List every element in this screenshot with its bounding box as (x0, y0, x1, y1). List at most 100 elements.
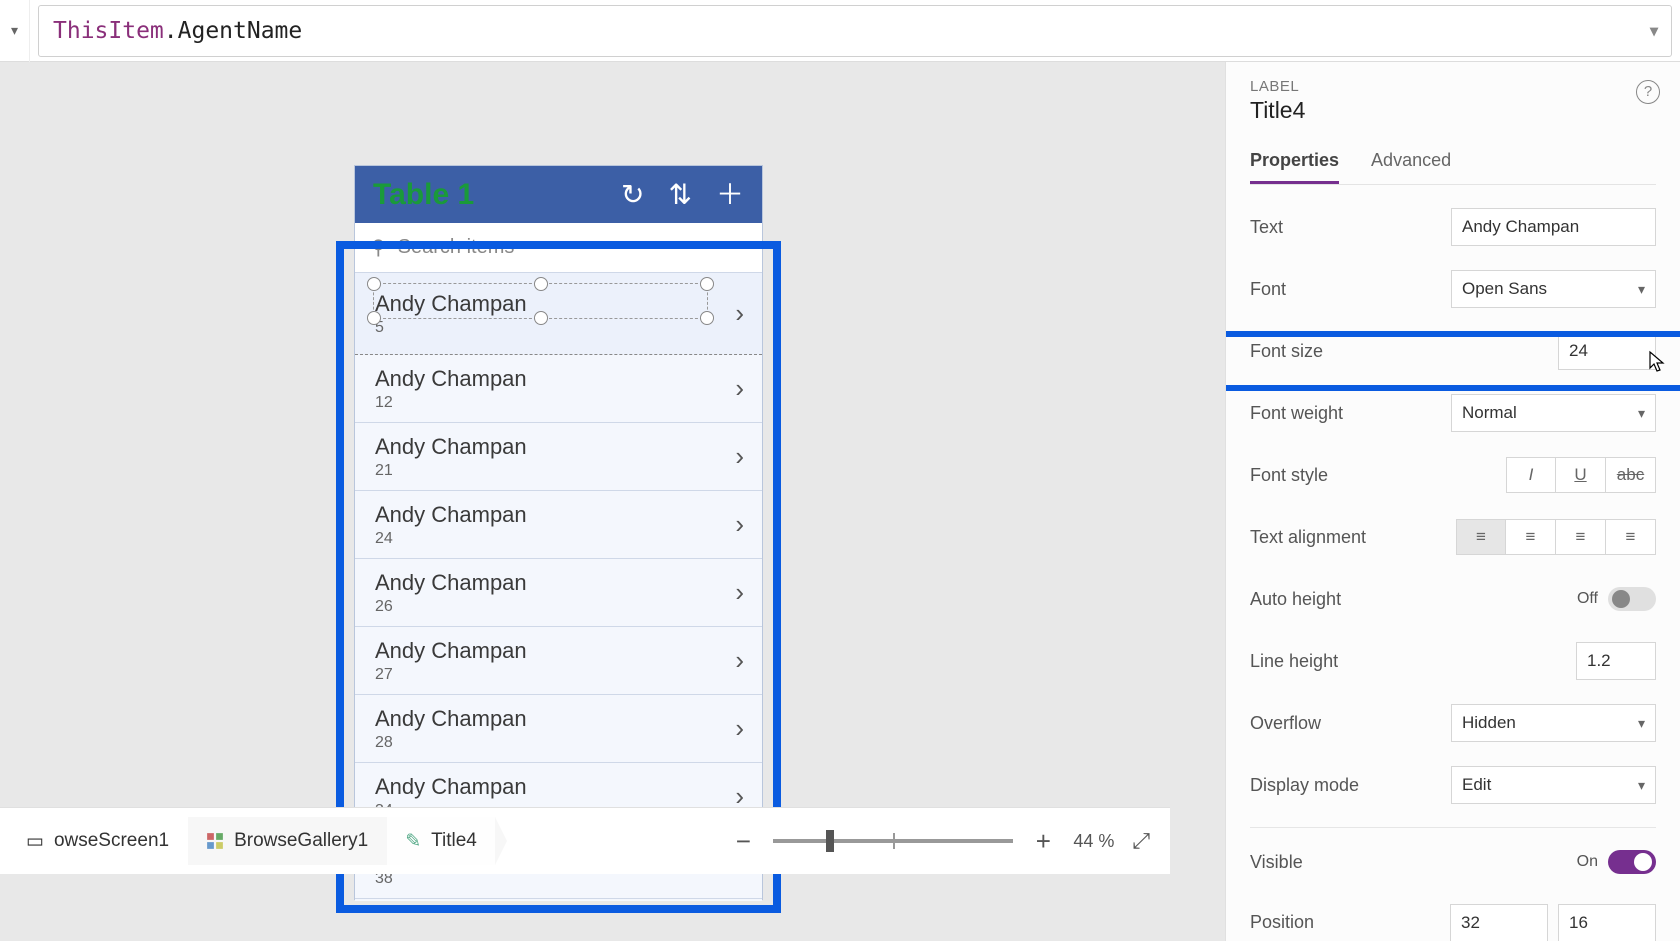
chevron-down-icon: ▾ (1638, 405, 1645, 422)
formula-expand-button[interactable]: ▾ (1647, 18, 1661, 44)
gallery-item[interactable]: Andy Champan 21 › (355, 423, 762, 491)
prop-row-visible: Visible On (1250, 842, 1656, 882)
align-left-button[interactable]: ≡ (1456, 519, 1506, 555)
align-justify-button[interactable]: ≡ (1606, 519, 1656, 555)
item-number: 12 (375, 394, 527, 412)
gallery-item[interactable]: Andy Champan24› (355, 491, 762, 559)
chevron-right-icon[interactable]: › (735, 509, 744, 540)
device-preview: Table 1 ↻ ⇅ ＋ ⚲ Search items (354, 165, 763, 900)
resize-handle[interactable] (534, 277, 548, 291)
crumb-screen[interactable]: ▭ owseScreen1 (8, 817, 188, 865)
prop-row-text: Text Andy Champan (1250, 207, 1656, 247)
chevron-right-icon[interactable]: › (735, 373, 744, 404)
crumb-label: owseScreen1 (54, 830, 169, 852)
item-name: Andy Champan (375, 706, 527, 732)
item-number: 5 (375, 319, 527, 337)
prop-label: Overflow (1250, 713, 1321, 734)
resize-handle[interactable] (367, 311, 381, 325)
gallery-item[interactable]: Andy Champan26› (355, 559, 762, 627)
mouse-cursor-icon (1648, 350, 1668, 374)
toggle-state: On (1577, 853, 1598, 871)
prop-label: Font style (1250, 465, 1328, 486)
font-size-input[interactable]: 24 (1558, 332, 1656, 370)
crumb-control[interactable]: ✎ Title4 (387, 817, 496, 865)
align-right-button[interactable]: ≡ (1556, 519, 1606, 555)
divider (1250, 827, 1656, 828)
resize-handle[interactable] (700, 277, 714, 291)
refresh-icon[interactable]: ↻ (621, 181, 644, 209)
preview-header: Table 1 ↻ ⇅ ＋ (355, 166, 762, 223)
crumb-label: Title4 (431, 830, 477, 852)
item-name: Andy Champan (375, 638, 527, 664)
chevron-down-icon: ▾ (1638, 281, 1645, 298)
item-name: Andy Champan (375, 366, 527, 392)
zoom-slider[interactable] (773, 839, 1013, 843)
tab-advanced[interactable]: Advanced (1371, 142, 1451, 184)
chevron-right-icon[interactable]: › (735, 577, 744, 608)
prop-row-font-style: Font style I U abc (1250, 455, 1656, 495)
gallery-item[interactable]: Andy Champan 28 › (355, 695, 762, 763)
zoom-thumb[interactable] (826, 830, 834, 852)
gallery-item[interactable]: Andy Champan 12 › (355, 355, 762, 423)
prop-row-display-mode: Display mode Edit▾ (1250, 765, 1656, 805)
chevron-right-icon[interactable]: › (735, 713, 744, 744)
properties-panel: ? LABEL Title4 Properties Advanced Text … (1225, 62, 1680, 941)
underline-button[interactable]: U (1556, 457, 1606, 493)
zoom-out-button[interactable]: − (731, 826, 755, 857)
gallery-item-selected[interactable]: Andy Champan 5 › (355, 273, 762, 355)
gallery-item[interactable]: Andy Champan27› (355, 627, 762, 695)
visible-toggle[interactable] (1608, 850, 1656, 874)
zoom-tick (893, 833, 895, 849)
crumb-label: BrowseGallery1 (234, 830, 368, 852)
prop-label: Text (1250, 217, 1283, 238)
prop-row-font: Font Open Sans▾ (1250, 269, 1656, 309)
resize-handle[interactable] (367, 277, 381, 291)
canvas[interactable]: Table 1 ↻ ⇅ ＋ ⚲ Search items (0, 62, 1425, 874)
strikethrough-button[interactable]: abc (1606, 457, 1656, 493)
help-button[interactable]: ? (1636, 80, 1660, 104)
toggle-state: Off (1577, 590, 1598, 608)
fit-screen-button[interactable]: ⤢ (1132, 828, 1150, 854)
resize-handle[interactable] (700, 311, 714, 325)
overflow-select[interactable]: Hidden▾ (1451, 704, 1656, 742)
item-number: 28 (375, 734, 527, 752)
italic-button[interactable]: I (1506, 457, 1556, 493)
prop-row-position: Position 32 16 X Y (1250, 904, 1656, 941)
sort-icon[interactable]: ⇅ (669, 181, 692, 209)
display-mode-select[interactable]: Edit▾ (1451, 766, 1656, 804)
align-center-button[interactable]: ≡ (1506, 519, 1556, 555)
resize-handle[interactable] (534, 311, 548, 325)
text-input[interactable]: Andy Champan (1451, 208, 1656, 246)
edit-icon: ✎ (405, 830, 421, 853)
item-name: Andy Champan (375, 434, 527, 460)
crumb-gallery[interactable]: BrowseGallery1 (188, 817, 387, 865)
chevron-down-icon: ▾ (1638, 777, 1645, 794)
chevron-right-icon[interactable]: › (735, 441, 744, 472)
formula-input[interactable]: ThisItem.AgentName ▾ (38, 5, 1672, 57)
zoom-controls: − + 44 % ⤢ (731, 808, 1160, 874)
prop-row-text-align: Text alignment ≡ ≡ ≡ ≡ (1250, 517, 1656, 557)
prop-row-font-weight: Font weight Normal▾ (1250, 393, 1656, 433)
add-icon[interactable]: ＋ (716, 181, 744, 209)
auto-height-toggle[interactable] (1608, 587, 1656, 611)
chevron-down-icon: ▾ (11, 22, 18, 39)
breadcrumb-bar: ▭ owseScreen1 BrowseGallery1 ✎ Title4 − … (0, 807, 1170, 874)
tab-properties[interactable]: Properties (1250, 142, 1339, 184)
zoom-in-button[interactable]: + (1031, 826, 1055, 857)
formula-property-dropdown[interactable]: ▾ (0, 0, 30, 62)
preview-title: Table 1 (373, 178, 474, 212)
chevron-right-icon[interactable]: › (735, 645, 744, 676)
font-weight-select[interactable]: Normal▾ (1451, 394, 1656, 432)
font-select[interactable]: Open Sans▾ (1451, 270, 1656, 308)
item-number: 21 (375, 462, 527, 480)
position-y-input[interactable]: 16 (1558, 904, 1656, 941)
prop-row-auto-height: Auto height Off (1250, 579, 1656, 619)
chevron-right-icon[interactable]: › (735, 298, 744, 329)
preview-search[interactable]: ⚲ Search items (355, 223, 762, 273)
line-height-input[interactable]: 1.2 (1576, 642, 1656, 680)
position-x-input[interactable]: 32 (1450, 904, 1548, 941)
prop-label: Auto height (1250, 589, 1341, 610)
prop-label: Position (1250, 912, 1314, 933)
item-number: 26 (375, 598, 527, 616)
gallery-item[interactable]: Andy Champan› (355, 899, 762, 901)
